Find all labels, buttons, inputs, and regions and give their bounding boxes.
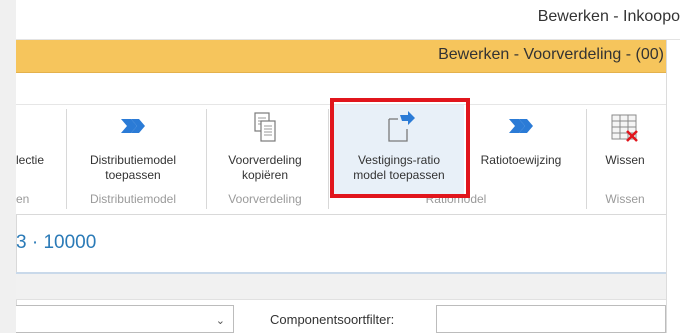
component-type-filter-label: Componentsoortfilter: — [270, 312, 395, 327]
ribbon-button-label: Wissen — [605, 153, 645, 167]
ribbon-separator — [66, 109, 67, 209]
arrow-right-icon — [505, 111, 537, 145]
clear-grid-icon — [609, 111, 641, 149]
ribbon-button-label: Ratiotoewijzing — [480, 153, 562, 167]
section-header — [16, 274, 666, 300]
ribbon-button-label: Voorverdeling kopiëren — [228, 153, 302, 182]
outer-window-title: Bewerken - Inkoopo — [537, 8, 680, 25]
ribbon-button-wissen[interactable]: Wissen — [590, 105, 660, 197]
ribbon-button-ratiotoewijzing[interactable]: Ratiotoewijzing — [464, 105, 578, 197]
inner-titlebar: Bewerken - Voorverdeling - (00) — [16, 40, 666, 73]
ribbon-group-label: Voorverdeling — [228, 192, 302, 206]
ribbon-button-selectie[interactable]: lectie — [16, 105, 60, 197]
arrow-right-icon — [117, 111, 149, 145]
ribbon: lectie Distributiemodel toepassen Voorve… — [16, 105, 666, 215]
ribbon-group-label: Ratiomodel — [425, 192, 487, 206]
document-arrow-icon — [382, 111, 416, 149]
ribbon-button-distributiemodel-toepassen[interactable]: Distributiemodel toepassen — [70, 105, 196, 197]
ribbon-separator — [328, 109, 329, 209]
ribbon-group-label: Distributiemodel — [89, 192, 177, 206]
ribbon-button-label: Distributiemodel toepassen — [89, 153, 177, 182]
background-window-edge — [0, 0, 17, 333]
record-title: 3 · 10000 — [16, 232, 97, 253]
ribbon-button-label: Vestigings-ratio model toepassen — [353, 153, 445, 182]
dropdown-field[interactable]: ⌄ — [16, 305, 234, 333]
copy-document-icon — [249, 111, 281, 149]
ribbon-button-label: lectie — [16, 153, 45, 167]
app-window: Bewerken - Inkoopo Bewerken - Voorverdel… — [0, 0, 680, 333]
inner-window-title: Bewerken - Voorverdeling - (00) — [438, 46, 664, 63]
chevron-down-icon[interactable]: ⌄ — [216, 314, 225, 327]
ribbon-tabs-area — [16, 73, 666, 105]
outer-titlebar: Bewerken - Inkoopo — [16, 0, 680, 40]
ribbon-button-vestigings-ratio-model-toepassen[interactable]: Vestigings-ratio model toepassen — [334, 105, 464, 197]
ribbon-group-label: Wissen — [605, 192, 645, 206]
component-type-filter-input[interactable] — [436, 305, 666, 333]
ribbon-separator — [206, 109, 207, 209]
window-right-edge — [666, 40, 680, 333]
ribbon-separator — [586, 109, 587, 209]
ribbon-group-label: en — [16, 192, 30, 206]
ribbon-button-voorverdeling-kopieren[interactable]: Voorverdeling kopiëren — [210, 105, 320, 197]
